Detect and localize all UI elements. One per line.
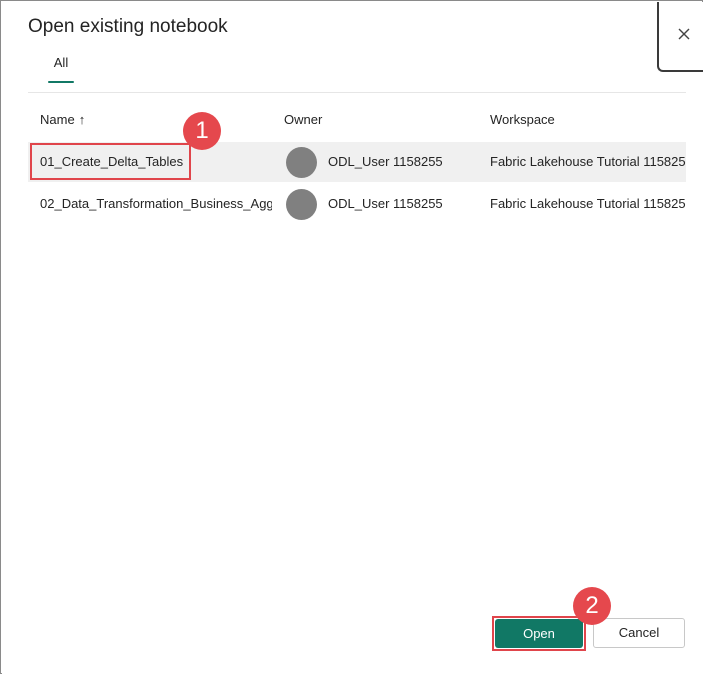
avatar [286,189,317,220]
dialog-title: Open existing notebook [28,16,228,37]
close-button[interactable] [657,2,703,72]
dialog-frame: Open existing notebook All Name ↑ Owner W… [0,0,703,674]
notebook-workspace: Fabric Lakehouse Tutorial 1158255 [490,196,686,211]
notebook-owner: ODL_User 1158255 [328,196,443,211]
cancel-button[interactable]: Cancel [593,618,685,648]
tab-divider [28,92,686,93]
tab-selected-indicator [48,81,74,83]
column-header-workspace[interactable]: Workspace [490,112,555,127]
table-row[interactable]: 02_Data_Transformation_Business_Aggregat… [28,184,686,224]
tab-all[interactable]: All [48,54,74,83]
notebook-name: 02_Data_Transformation_Business_Aggregat… [40,196,272,211]
column-header-name-label: Name [40,112,75,127]
step1-badge: 1 [183,112,221,150]
open-button[interactable]: Open [495,619,583,648]
close-icon[interactable] [676,26,692,42]
notebook-workspace: Fabric Lakehouse Tutorial 1158255 [490,154,686,169]
step1-highlight-box [30,143,191,180]
tab-all-label: All [53,55,69,70]
notebook-owner: ODL_User 1158255 [328,154,443,169]
column-header-owner[interactable]: Owner [284,112,322,127]
avatar [286,147,317,178]
step2-badge: 2 [573,587,611,625]
sort-ascending-icon: ↑ [78,112,86,127]
open-notebook-dialog: Open existing notebook All Name ↑ Owner W… [2,2,703,674]
table-header: Name ↑ Owner Workspace [28,106,686,136]
column-header-name[interactable]: Name ↑ [40,112,85,127]
